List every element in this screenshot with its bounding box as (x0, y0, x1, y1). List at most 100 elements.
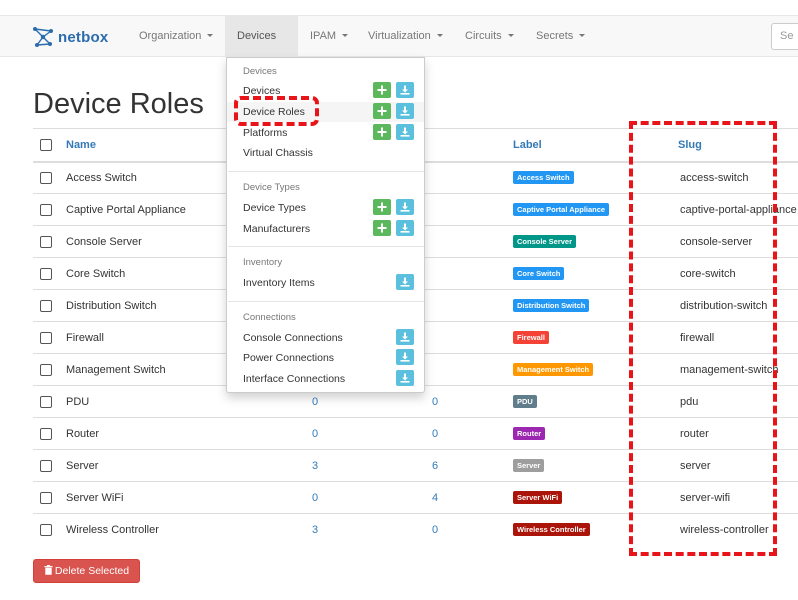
row-checkbox[interactable] (40, 363, 52, 376)
caret-down-icon (507, 33, 514, 37)
device-count: 0 (266, 481, 383, 514)
role-label-badge: Distribution Switch (513, 299, 590, 312)
delete-selected-button[interactable]: Delete Selected (33, 559, 140, 583)
menu-item-console-connections[interactable]: Console Connections (227, 328, 424, 348)
row-checkbox-cell (33, 193, 66, 226)
role-label-badge: PDU (513, 395, 537, 408)
annotation-highlight-slug-column (629, 121, 777, 556)
row-checkbox[interactable] (40, 491, 52, 504)
menu-item-virtual-chassis[interactable]: Virtual Chassis (227, 143, 424, 163)
role-label-badge: Wireless Controller (513, 523, 590, 537)
menu-item-manufacturers[interactable]: Manufacturers (227, 219, 424, 239)
vm-count-link[interactable]: 6 (432, 460, 438, 472)
device-count: 3 (266, 449, 383, 482)
caret-down-icon (207, 33, 214, 37)
device-count-link[interactable]: 0 (312, 492, 318, 504)
import-button[interactable] (396, 199, 414, 215)
add-button[interactable] (373, 82, 391, 98)
menu-item-platforms[interactable]: Platforms (227, 123, 424, 143)
row-checkbox-cell (33, 321, 66, 354)
nav-circuits[interactable]: Circuits (453, 16, 526, 56)
row-checkbox[interactable] (40, 459, 52, 472)
nav-virtualization[interactable]: Virtualization (356, 16, 455, 56)
nav-secrets[interactable]: Secrets (524, 16, 597, 56)
import-button[interactable] (396, 124, 414, 140)
nav-organization[interactable]: Organization (127, 16, 225, 56)
vm-count-link[interactable]: 0 (432, 428, 438, 440)
role-name-text: Firewall (66, 331, 104, 344)
menu-item-power-connections[interactable]: Power Connections (227, 348, 424, 368)
row-checkbox-cell (33, 353, 66, 386)
role-label-badge: Router (513, 427, 546, 440)
annotation-highlight-device-roles (234, 96, 319, 126)
select-all-checkbox[interactable] (40, 138, 52, 151)
import-button[interactable] (396, 274, 414, 290)
import-button[interactable] (396, 329, 414, 345)
add-button[interactable] (373, 103, 391, 119)
row-checkbox[interactable] (40, 267, 52, 280)
import-button[interactable] (396, 220, 414, 236)
menu-header-device-types: Device Types (243, 182, 300, 193)
menu-divider (228, 246, 424, 247)
menu-item-device-types[interactable]: Device Types (227, 198, 424, 218)
import-button[interactable] (396, 82, 414, 98)
role-name: Router (66, 417, 266, 450)
role-name-text: Wireless Controller (66, 523, 159, 536)
nav-virtualization-label: Virtualization (368, 30, 431, 42)
top-strip (0, 0, 798, 16)
add-button[interactable] (373, 124, 391, 140)
vm-count: 4 (383, 481, 513, 514)
navbar: netbox Organization Devices IPAM Virtual… (0, 16, 798, 77)
import-button[interactable] (396, 370, 414, 386)
role-name: Server (66, 449, 266, 482)
add-button[interactable] (373, 220, 391, 236)
import-icon (400, 85, 410, 95)
nav-devices[interactable]: Devices (225, 16, 298, 77)
plus-icon (377, 223, 387, 233)
vm-count: 0 (383, 417, 513, 450)
role-label-badge: Server WiFi (513, 491, 563, 504)
row-checkbox[interactable] (40, 427, 52, 440)
vm-count-link[interactable]: 0 (432, 396, 438, 408)
role-name-text: Distribution Switch (66, 299, 157, 312)
role-name: Wireless Controller (66, 513, 266, 546)
brand-logo[interactable]: netbox (32, 26, 108, 48)
device-count-link[interactable]: 3 (312, 524, 318, 536)
vm-count-link[interactable]: 0 (432, 524, 438, 536)
plus-icon (377, 106, 387, 116)
row-checkbox[interactable] (40, 171, 52, 184)
menu-item-interface-connections[interactable]: Interface Connections (227, 369, 424, 389)
delete-selected-label: Delete Selected (54, 565, 130, 577)
menu-divider (228, 301, 424, 302)
device-count-link[interactable]: 3 (312, 460, 318, 472)
import-button[interactable] (396, 349, 414, 365)
nav-organization-label: Organization (139, 30, 202, 42)
row-checkbox-cell (33, 161, 66, 194)
role-label-badge: Core Switch (513, 267, 565, 280)
search-placeholder: Se (780, 30, 794, 42)
role-label-badge: Captive Portal Appliance (513, 203, 610, 216)
row-checkbox[interactable] (40, 523, 52, 536)
nav-ipam[interactable]: IPAM (298, 16, 360, 56)
role-name-text: Router (66, 427, 100, 440)
import-button[interactable] (396, 103, 414, 119)
device-count-link[interactable]: 0 (312, 428, 318, 440)
caret-down-icon (436, 33, 443, 37)
add-button[interactable] (373, 199, 391, 215)
nav-devices-label: Devices (237, 30, 277, 42)
device-count-link[interactable]: 0 (312, 396, 318, 408)
import-icon (400, 106, 410, 116)
menu-item-inventory-items[interactable]: Inventory Items (227, 273, 424, 293)
row-checkbox-cell (33, 481, 66, 514)
row-checkbox[interactable] (40, 203, 52, 216)
search-input[interactable]: Se (771, 23, 798, 50)
row-checkbox[interactable] (40, 299, 52, 312)
vm-count-link[interactable]: 4 (432, 492, 438, 504)
row-checkbox[interactable] (40, 235, 52, 248)
row-checkbox[interactable] (40, 395, 52, 408)
row-checkbox[interactable] (40, 331, 52, 344)
header-checkbox-cell (33, 128, 66, 163)
role-name-text: Server WiFi (66, 491, 124, 504)
menu-divider (228, 171, 424, 172)
row-checkbox-cell (33, 513, 66, 546)
